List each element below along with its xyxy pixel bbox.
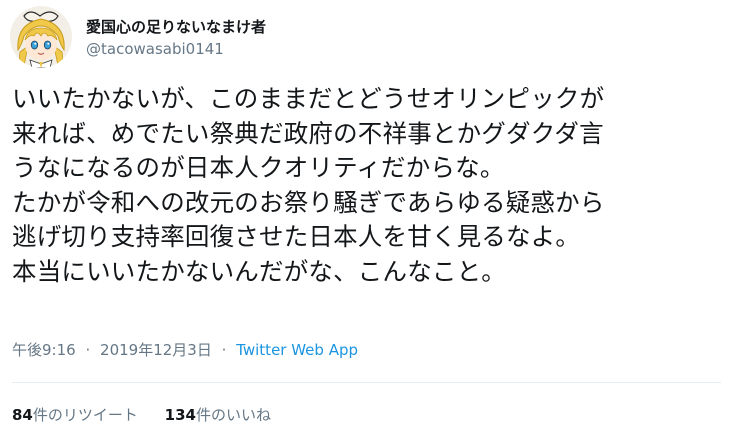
retweets-count: 84 — [12, 406, 33, 424]
meta-separator: · — [221, 341, 227, 359]
anime-girl-avatar-icon — [10, 6, 72, 68]
divider — [12, 382, 721, 383]
tweet-stats: 84件のリツイート 134件のいいね — [12, 404, 271, 425]
likes-count: 134 — [164, 406, 196, 424]
author-handle[interactable]: @tacowasabi0141 — [86, 40, 224, 58]
author-display-name[interactable]: 愛国心の足りないなまけ者 — [86, 16, 266, 37]
retweets-label: 件のリツイート — [32, 406, 138, 424]
tweet-date[interactable]: 2019年12月3日 — [100, 341, 212, 359]
likes-stat[interactable]: 134件のいいね — [165, 406, 271, 424]
tweet-text: いいたかないが、このままだとどうせオリンピックが 来れば、めでたい祭典だ政府の不… — [12, 84, 605, 286]
tweet-time[interactable]: 午後9:16 — [12, 341, 76, 359]
tweet-source-link[interactable]: Twitter Web App — [236, 341, 358, 359]
avatar[interactable] — [10, 6, 72, 68]
likes-label: 件のいいね — [195, 406, 271, 424]
meta-separator: · — [85, 341, 91, 359]
tweet-meta: 午後9:16 · 2019年12月3日 · Twitter Web App — [12, 339, 358, 360]
retweets-stat[interactable]: 84件のリツイート — [12, 406, 138, 424]
